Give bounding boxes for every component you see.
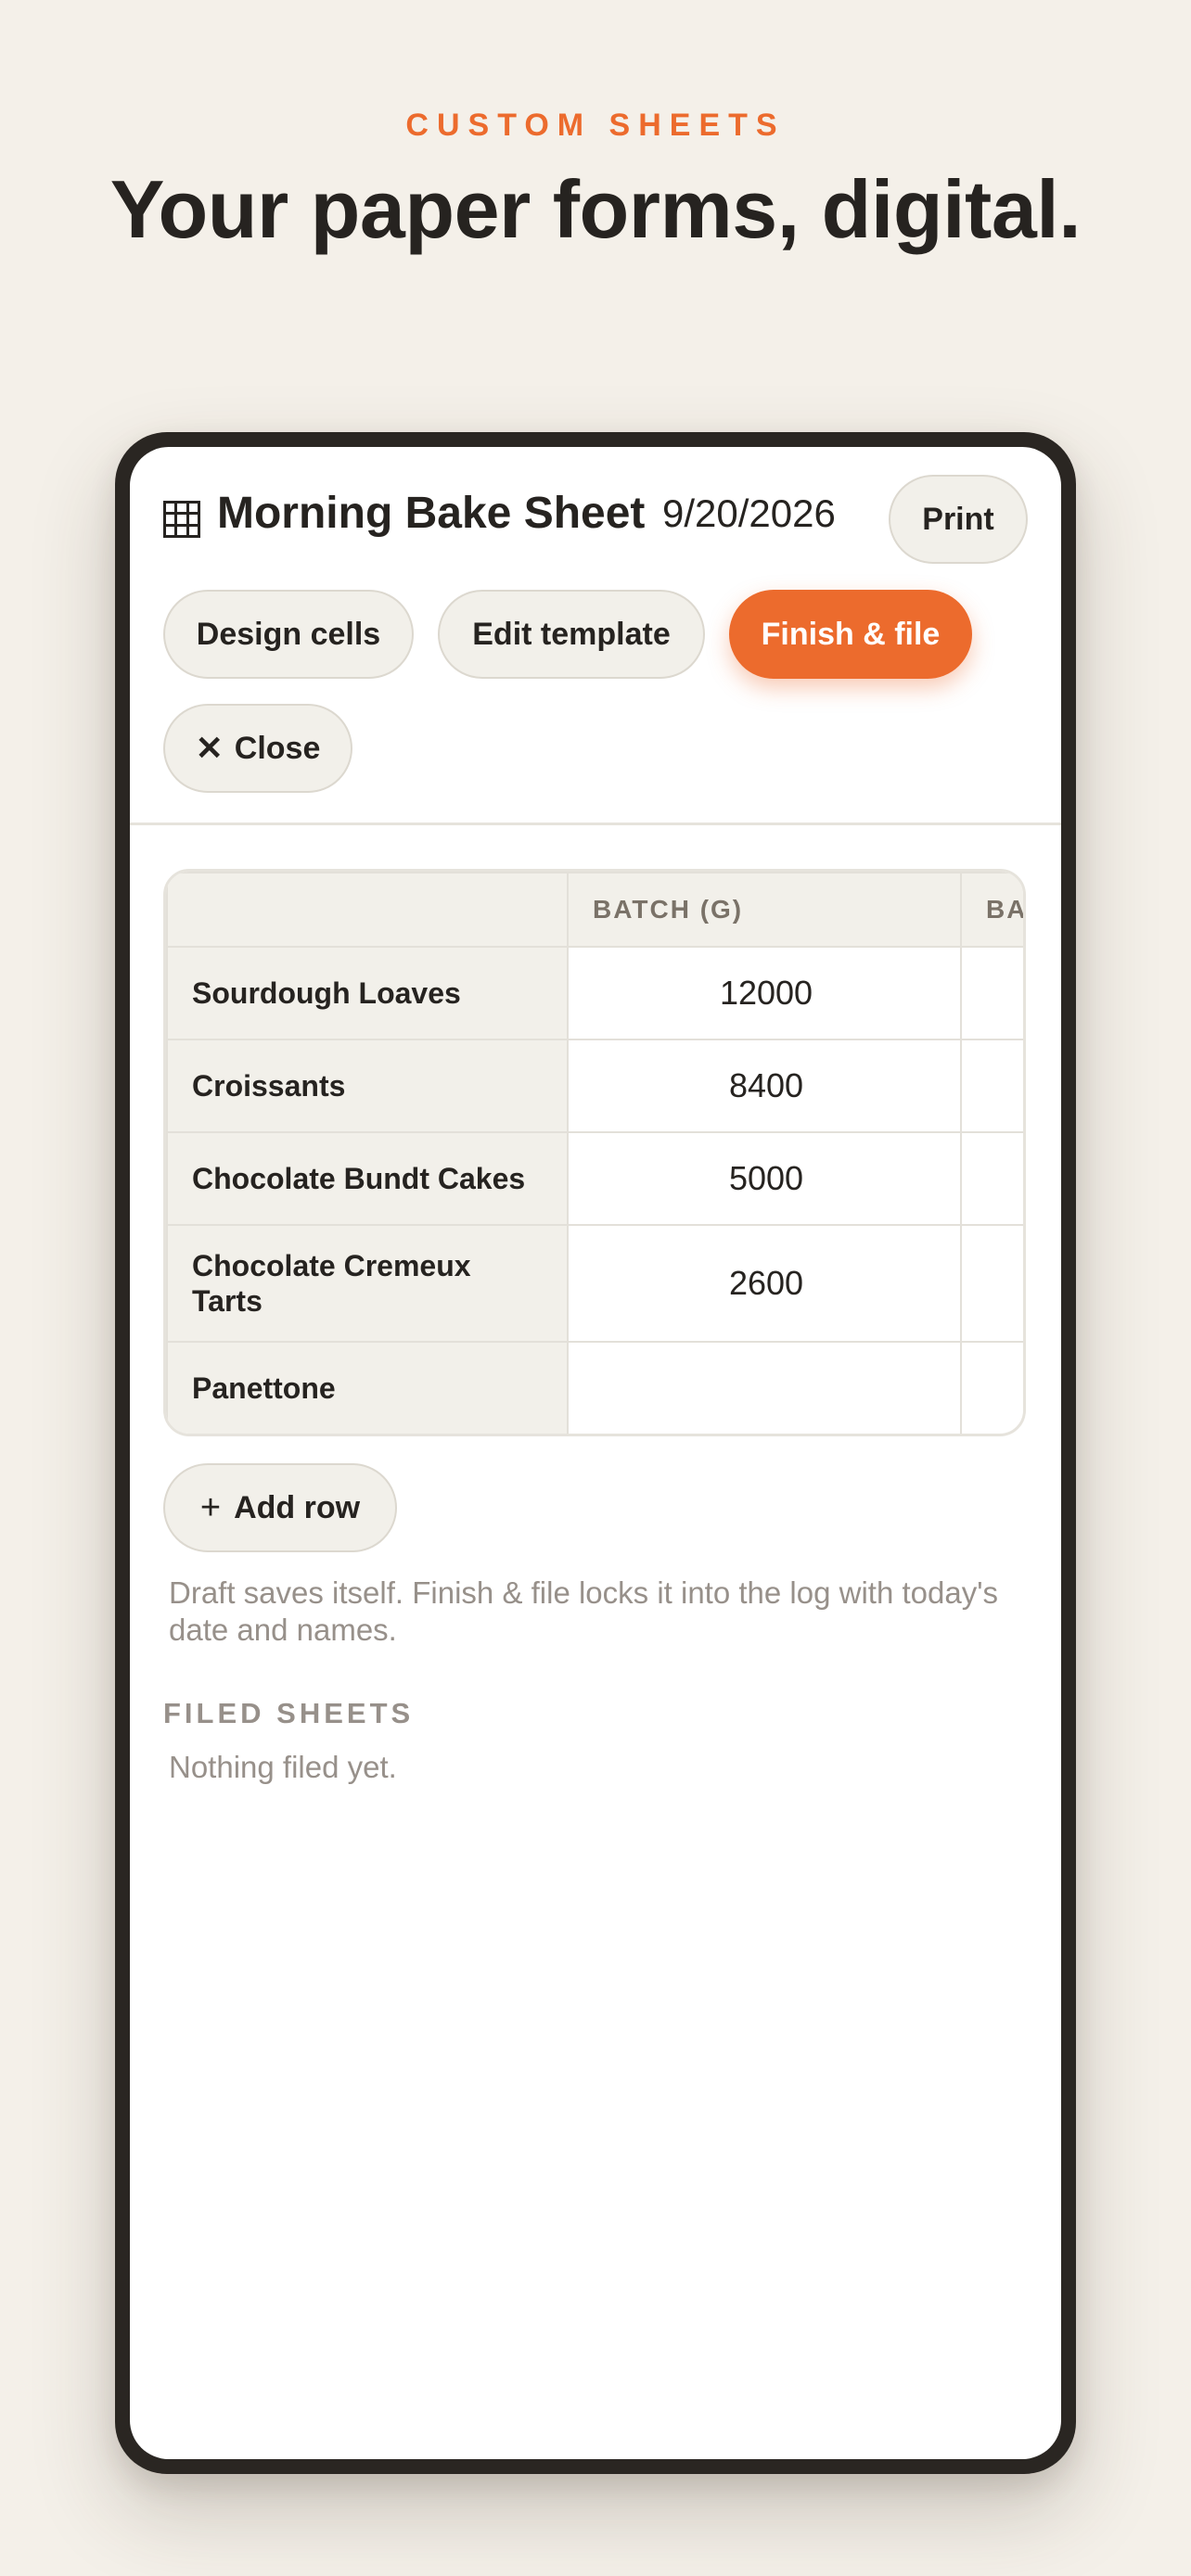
next-cell[interactable] — [960, 1039, 1023, 1133]
table-header-row: BATCH (G) BA — [166, 872, 1023, 948]
column-header-corner — [166, 872, 569, 948]
device-frame: Morning Bake Sheet 9/20/2026 Print Desig… — [115, 432, 1076, 2474]
hero-eyebrow: CUSTOM SHEETS — [405, 108, 786, 143]
draft-note: Draft saves itself. Finish & file locks … — [169, 1575, 998, 1647]
sheet-table: BATCH (G) BA Sourdough Loaves Croissants — [166, 872, 1023, 1434]
grid-icon — [163, 501, 200, 538]
close-label: Close — [234, 730, 321, 766]
row-label: Chocolate Cremeux Tarts — [166, 1224, 569, 1343]
batch-input[interactable] — [570, 1263, 963, 1304]
filed-sheets-heading: FILED SHEETS — [163, 1697, 415, 1729]
print-button[interactable]: Print — [889, 475, 1028, 564]
sheet-header: Morning Bake Sheet 9/20/2026 Print Desig… — [130, 447, 1061, 838]
close-icon: ✕ — [195, 729, 224, 767]
sheet-title: Morning Bake Sheet — [217, 489, 646, 538]
column-header-batch[interactable]: BATCH (G) — [567, 872, 962, 948]
hero-headline: Your paper forms, digital. — [109, 163, 1082, 255]
row-label: Chocolate Bundt Cakes — [166, 1131, 569, 1226]
filed-sheets-empty: Nothing filed yet. — [169, 1750, 397, 1784]
add-row-button[interactable]: + Add row — [163, 1463, 397, 1552]
design-cells-button[interactable]: Design cells — [163, 590, 414, 679]
plus-icon: + — [199, 1487, 222, 1527]
next-cell[interactable] — [960, 1224, 1023, 1343]
finish-and-file-button[interactable]: Finish & file — [729, 590, 972, 679]
table-row: Chocolate Cremeux Tarts — [166, 1224, 1023, 1343]
batch-cell[interactable] — [567, 946, 963, 1040]
header-divider — [130, 823, 1061, 825]
row-label: Croissants — [166, 1039, 569, 1133]
add-row-label: Add row — [234, 1489, 361, 1525]
row-label: Panettone — [166, 1341, 569, 1434]
close-button[interactable]: ✕ Close — [163, 704, 352, 793]
batch-cell[interactable] — [567, 1341, 963, 1434]
column-header-next[interactable]: BA — [960, 872, 1023, 948]
table-row: Croissants — [166, 1039, 1023, 1133]
sheet-date[interactable]: 9/20/2026 — [662, 491, 836, 536]
row-label: Sourdough Loaves — [166, 946, 569, 1040]
batch-cell[interactable] — [567, 1039, 963, 1133]
next-input[interactable] — [963, 1158, 1023, 1199]
next-cell[interactable] — [960, 1341, 1023, 1434]
batch-cell[interactable] — [567, 1131, 963, 1226]
batch-input[interactable] — [570, 973, 963, 1014]
edit-template-button[interactable]: Edit template — [438, 590, 705, 679]
app-screen: Morning Bake Sheet 9/20/2026 Print Desig… — [130, 447, 1061, 2459]
next-cell[interactable] — [960, 1131, 1023, 1226]
next-cell[interactable] — [960, 946, 1023, 1040]
batch-input[interactable] — [570, 1158, 963, 1199]
next-input[interactable] — [963, 973, 1023, 1014]
next-input[interactable] — [963, 1368, 1023, 1409]
table-row: Sourdough Loaves — [166, 946, 1023, 1040]
table-row: Panettone — [166, 1341, 1023, 1434]
table-row: Chocolate Bundt Cakes — [166, 1131, 1023, 1226]
next-input[interactable] — [963, 1263, 1023, 1304]
next-input[interactable] — [963, 1065, 1023, 1106]
batch-cell[interactable] — [567, 1224, 963, 1343]
sheet-table-container[interactable]: BATCH (G) BA Sourdough Loaves Croissants — [163, 869, 1026, 1436]
batch-input[interactable] — [570, 1065, 963, 1106]
batch-input[interactable] — [570, 1368, 963, 1409]
